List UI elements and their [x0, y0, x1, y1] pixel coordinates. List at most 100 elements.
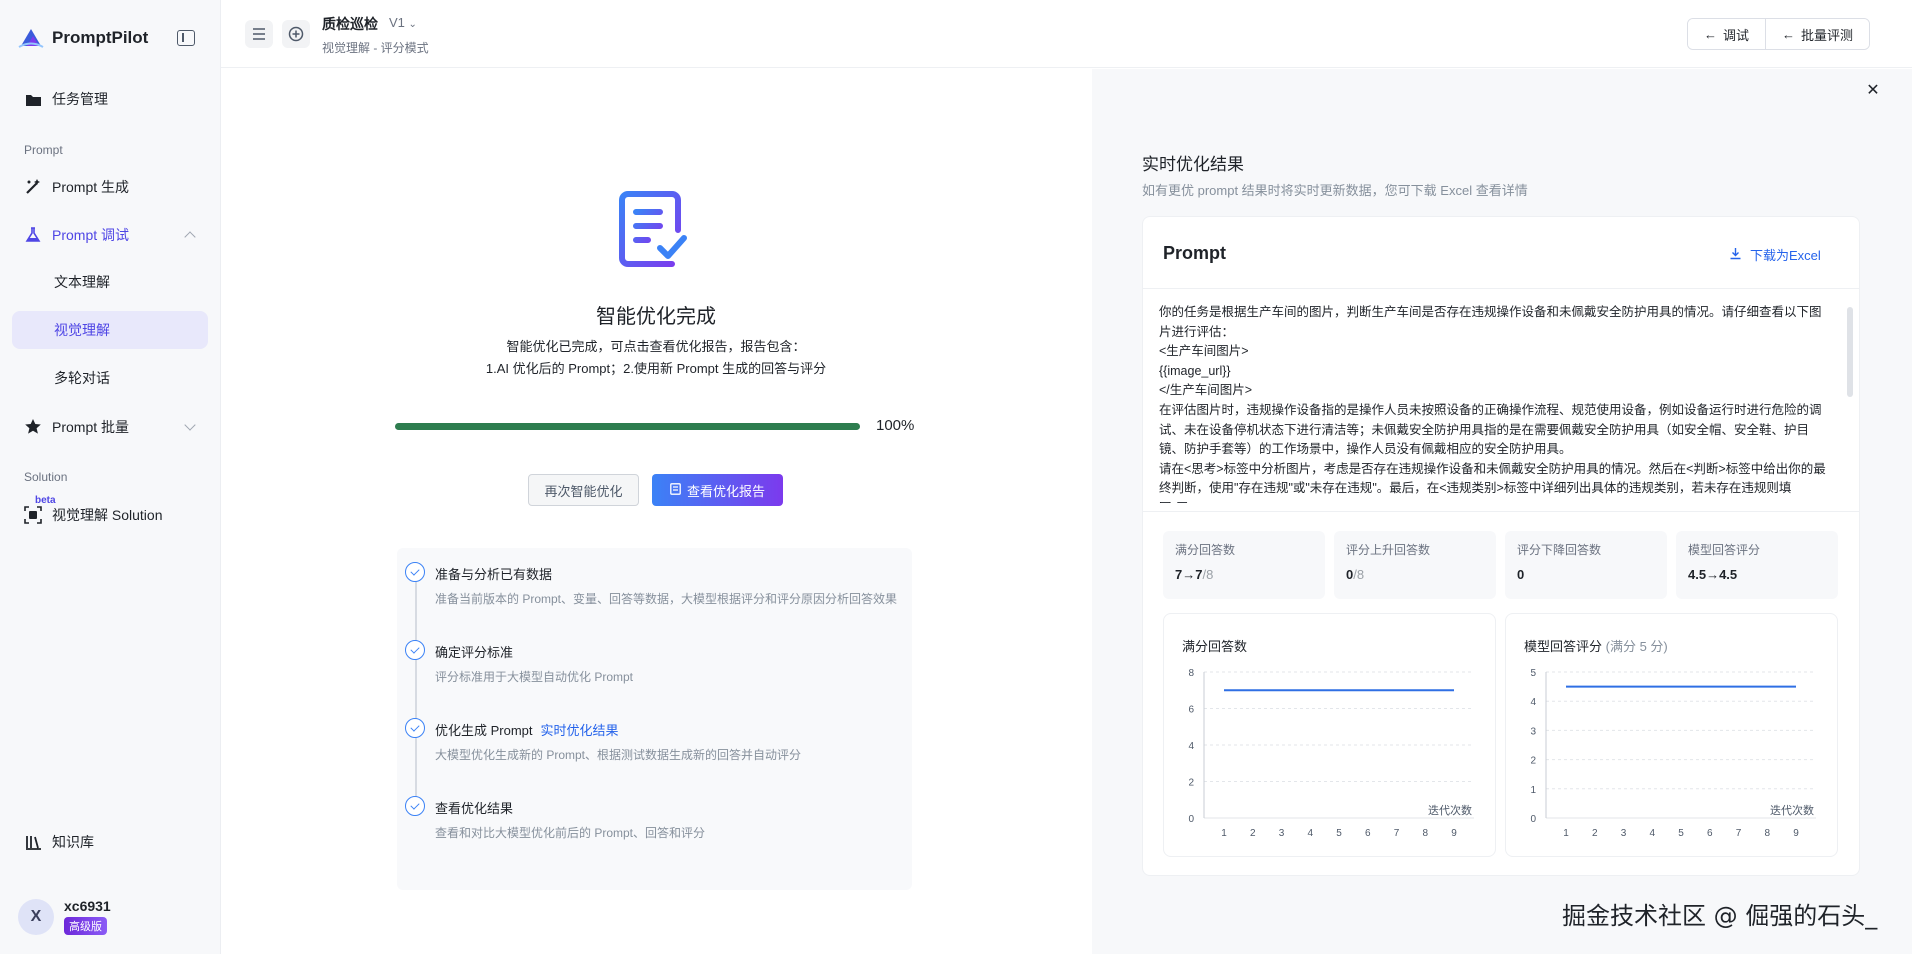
scan-icon: [24, 506, 42, 524]
completion-desc-line: 1.AI 优化后的 Prompt；2.使用新 Prompt 生成的回答与评分: [485, 361, 827, 376]
add-circle-icon[interactable]: [282, 20, 310, 48]
view-report-label: 查看优化报告: [686, 483, 765, 499]
sidebar-item-prompt-generate[interactable]: Prompt 生成: [12, 168, 208, 206]
card-header: Prompt 下载为Excel: [1143, 217, 1859, 289]
header: 质检巡检 V1 ⌄ 视觉理解 - 评分模式 ← 调试 ← 批量评测: [221, 0, 1912, 68]
x-tick-label: 5: [1336, 828, 1342, 839]
stat-label: 评分上升回答数: [1346, 543, 1431, 557]
stat-value-row: 0/8: [1346, 567, 1364, 582]
stat-label: 评分下降回答数: [1517, 543, 1602, 557]
user-name: xc6931: [64, 898, 111, 914]
prompt-line: 请在<思考>标签中分析图片，考虑是否存在违规操作设备和未佩戴安全防护用具的情况。…: [1159, 461, 1826, 503]
x-tick-label: 8: [1422, 828, 1428, 839]
y-tick-label: 3: [1530, 726, 1536, 737]
x-tick-label: 7: [1736, 828, 1742, 839]
step-title: 确定评分标准: [435, 645, 514, 660]
sidebar-item-label: 视觉理解 Solution: [52, 507, 163, 523]
x-tick-label: 6: [1365, 828, 1371, 839]
x-tick-label: 2: [1592, 828, 1598, 839]
sidebar-item-prompt-debug[interactable]: Prompt 调试: [12, 216, 208, 254]
sidebar-item-knowledge-base[interactable]: 知识库: [12, 823, 208, 861]
arrow-left-icon: ←: [1782, 26, 1796, 42]
library-icon: [24, 833, 42, 851]
sidebar-item-prompt-batch[interactable]: Prompt 批量: [12, 408, 208, 446]
sidebar-item-task-management[interactable]: 任务管理: [12, 80, 208, 118]
x-tick-label: 9: [1451, 828, 1457, 839]
prompt-line: </生产车间图片>: [1159, 383, 1253, 398]
version-select[interactable]: V1 ⌄: [389, 15, 417, 30]
stat-score-down: 评分下降回答数 0: [1505, 531, 1667, 599]
section-label-prompt: Prompt: [24, 143, 63, 157]
prompt-line: 在评估图片时，违规操作设备指的是操作人员未按照设备的正确操作流程、规范使用设备，…: [1159, 402, 1822, 457]
x-tick-label: 1: [1221, 828, 1227, 839]
step-title: 准备与分析已有数据: [435, 567, 553, 582]
sidebar-item-text-understanding[interactable]: 文本理解: [12, 263, 208, 301]
y-tick-label: 5: [1530, 668, 1536, 679]
sidebar-item-visual-solution[interactable]: 视觉理解 Solution: [12, 496, 208, 534]
x-axis-label: 迭代次数: [1770, 803, 1814, 817]
y-tick-label: 8: [1188, 668, 1194, 679]
arrow-left-icon: ←: [1704, 26, 1717, 42]
stat-model-score: 模型回答评分 4.5→4.5: [1676, 531, 1838, 599]
avatar: X: [18, 898, 54, 935]
step-desc: 评分标准用于大模型自动优化 Prompt: [435, 670, 634, 684]
sidebar-collapse-icon[interactable]: [177, 30, 195, 46]
plan-badge: 高级版: [64, 917, 107, 935]
model-score-line-chart: 0 1 2 3 4 5 1 2 3 4 5 6 7 8 9 迭代次数: [1530, 668, 1816, 839]
folder-icon: [24, 90, 42, 108]
step-desc: 准备当前版本的 Prompt、变量、回答等数据，大模型根据评分和评分原因分析回答…: [435, 592, 898, 606]
prompt-scrollbar[interactable]: [1847, 307, 1853, 397]
prompt-text: 你的任务是根据生产车间的图片，判断生产车间是否存在违规操作设备和未佩戴安全防护用…: [1159, 303, 1827, 503]
flask-icon: [24, 226, 42, 244]
header-actions: ← 调试 ← 批量评测: [1687, 18, 1871, 50]
sidebar-item-label: 视觉理解: [54, 322, 110, 338]
results-title: 实时优化结果: [1142, 155, 1244, 174]
sidebar-item-visual-understanding[interactable]: 视觉理解: [12, 311, 208, 349]
chevron-up-icon: [184, 231, 196, 243]
debug-button[interactable]: ← 调试: [1688, 19, 1766, 49]
stat-suffix: /8: [1353, 567, 1365, 582]
y-tick-label: 4: [1188, 741, 1194, 752]
menu-icon[interactable]: [245, 20, 273, 48]
x-tick-label: 8: [1764, 828, 1770, 839]
step-title: 优化生成 Prompt: [435, 723, 533, 738]
divider: [1143, 511, 1859, 512]
batch-icon: [24, 418, 42, 436]
sidebar-item-label: Prompt 批量: [52, 419, 130, 435]
brand[interactable]: PromptPilot: [18, 26, 148, 50]
progress-percent: 100%: [876, 417, 915, 434]
optimization-steps: 准备与分析已有数据 准备当前版本的 Prompt、变量、回答等数据，大模型根据评…: [397, 548, 912, 890]
user-profile[interactable]: X xc6931 高级版: [18, 898, 111, 935]
x-tick-label: 9: [1793, 828, 1799, 839]
sidebar-item-multi-turn[interactable]: 多轮对话: [12, 359, 208, 397]
version-label: V1: [389, 15, 405, 30]
document-check-icon: [619, 191, 687, 267]
check-circle-icon: [405, 796, 425, 816]
x-tick-label: 5: [1678, 828, 1684, 839]
close-icon[interactable]: ✕: [1864, 82, 1882, 100]
sidebar-item-label: 知识库: [52, 834, 94, 850]
check-circle-icon: [405, 640, 425, 660]
batch-eval-button[interactable]: ← 批量评测: [1765, 19, 1870, 49]
x-tick-label: 4: [1649, 828, 1655, 839]
card-title: Prompt: [1163, 243, 1226, 263]
y-tick-label: 2: [1530, 756, 1536, 767]
page-subtitle: 视觉理解 - 评分模式: [322, 41, 429, 55]
retry-optimize-button[interactable]: 再次智能优化: [528, 474, 639, 506]
view-report-button[interactable]: 查看优化报告: [652, 474, 783, 506]
progress-fill: [395, 423, 860, 430]
batch-eval-button-label: 批量评测: [1801, 27, 1854, 43]
prompt-line: {{image_url}}: [1159, 363, 1231, 378]
x-axis-label: 迭代次数: [1428, 803, 1472, 817]
stat-value: 4.5→4.5: [1688, 567, 1738, 582]
sidebar-item-label: 多轮对话: [54, 370, 110, 386]
x-tick-label: 7: [1394, 828, 1400, 839]
check-circle-icon: [405, 562, 425, 582]
step-desc: 大模型优化生成新的 Prompt、根据测试数据生成新的回答并自动评分: [435, 748, 802, 762]
realtime-results-link[interactable]: 实时优化结果: [541, 723, 619, 738]
app-name: PromptPilot: [52, 28, 149, 47]
download-excel-button[interactable]: 下载为Excel: [1729, 245, 1821, 264]
sidebar-item-label: 文本理解: [54, 274, 110, 290]
sidebar-item-label: 任务管理: [52, 91, 108, 107]
step-title: 查看优化结果: [435, 801, 514, 816]
